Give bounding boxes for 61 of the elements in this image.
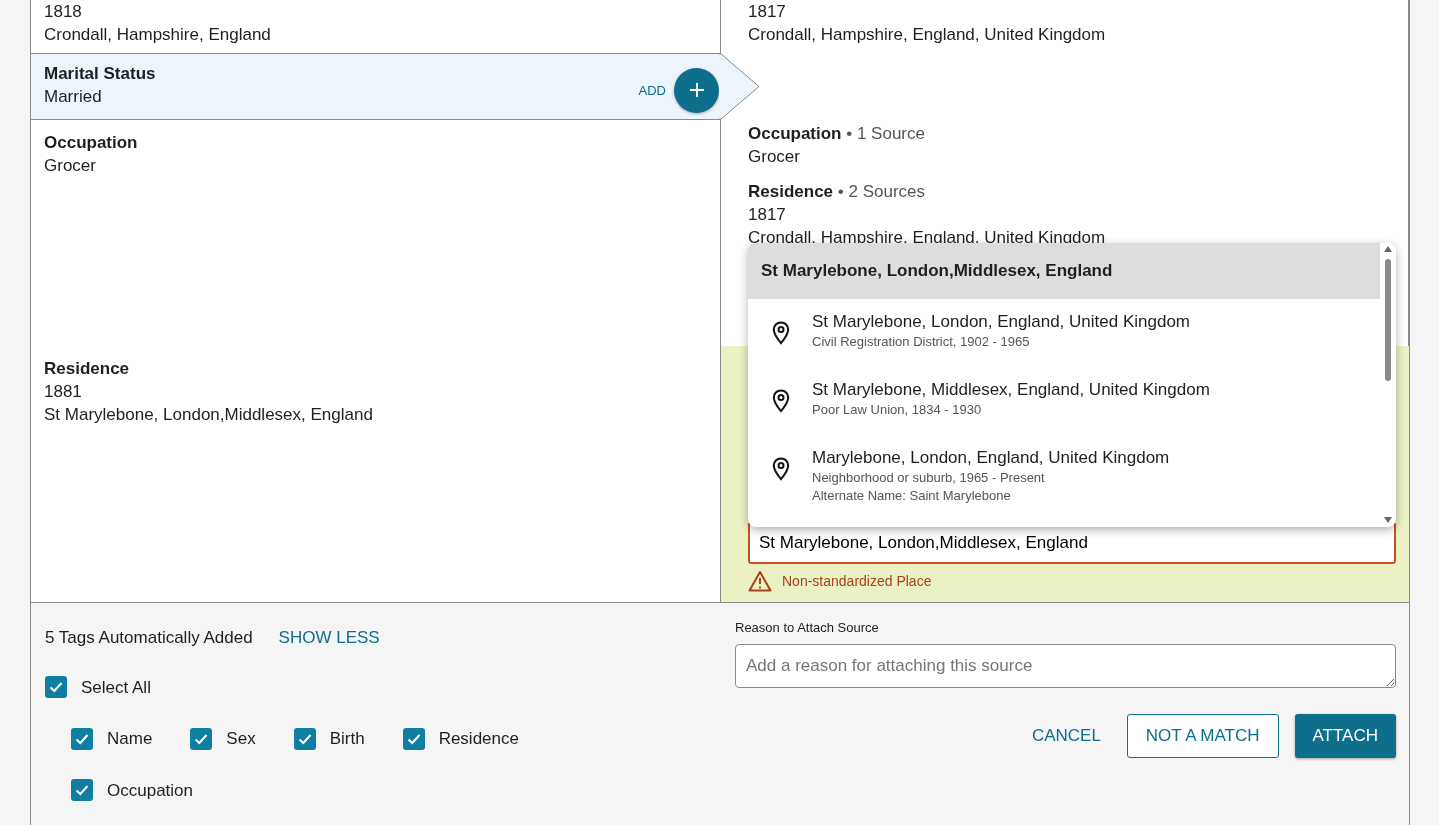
fact-value: St Marylebone, London,Middlesex, England: [44, 404, 374, 426]
fact-value: Grocer: [44, 155, 97, 177]
suggestion-title: Marylebone, London, England, United Kingdom: [812, 447, 1170, 469]
checkbox-label: Sex: [226, 728, 256, 750]
fact-label: Occupation: [748, 124, 842, 143]
menu-item[interactable]: St Marylebone, Middlesex, England, United Kingdom Poor Law Union, 1834 - 1930: [748, 367, 1380, 435]
menu-item[interactable]: Marylebone, London, England, United Kingdom Neighborhood or suburb, 1965 - Present Alternate Name: Saint Marylebone: [748, 435, 1380, 503]
source-count: • 1 Source: [846, 124, 925, 143]
link-button[interactable]: CANCEL: [1021, 713, 1111, 759]
menu-item[interactable]: St Marylebone, London,Middlesex, England: [748, 243, 1380, 299]
outline-button[interactable]: NOT A MATCH: [1126, 713, 1279, 758]
fact-value: Crondall, Hampshire, England, United Kingdom: [748, 24, 1107, 46]
plus-icon: [688, 82, 705, 98]
fact-value: Grocer: [748, 146, 801, 168]
checkbox-label: Birth: [329, 728, 365, 750]
add-label: ADD: [638, 81, 666, 100]
check-icon: [194, 732, 209, 745]
warning-message: Non-standardized Place: [782, 571, 932, 591]
fact-label: Occupation: [44, 132, 139, 154]
warning-icon: [748, 570, 772, 592]
checkbox[interactable]: [71, 779, 93, 802]
map-pin-icon: [772, 456, 790, 481]
show-less-link[interactable]: SHOW LESS: [278, 625, 380, 651]
fact-label: Marital Status: [44, 63, 156, 85]
checkbox-label: Select All: [81, 676, 151, 699]
fact-value: 1817: [748, 204, 787, 226]
tags-summary: 5 Tags Automatically Added: [45, 627, 253, 649]
checkbox[interactable]: [71, 727, 93, 750]
primary-button[interactable]: ATTACH: [1294, 713, 1396, 758]
checkbox-label: Occupation: [107, 779, 193, 802]
field-label: Reason to Attach Source: [735, 619, 880, 637]
fact-value: 1818: [44, 1, 83, 23]
check-icon: [75, 784, 89, 797]
fact-value: 1817: [748, 1, 787, 23]
checkbox[interactable]: [190, 727, 213, 750]
fact-value: 1881: [44, 381, 83, 403]
check-icon: [75, 732, 89, 745]
fact-value: Married: [44, 86, 103, 108]
add-button[interactable]: [674, 67, 719, 113]
suggestion-detail: Alternate Name: Saint Marylebone: [812, 487, 1012, 505]
checkbox-label: Residence: [438, 728, 519, 750]
reason-field[interactable]: Add a reason for attaching this source: [735, 643, 1396, 688]
suggestion-title: St Marylebone, Middlesex, England, United Kingdom: [812, 379, 1210, 401]
suggestion-detail: Neighborhood or suburb, 1965 - Present: [812, 469, 1046, 487]
fact-value: Crondall, Hampshire, England: [44, 24, 272, 46]
check-icon: [406, 732, 421, 745]
map-pin-icon: [772, 388, 790, 413]
suggestion-title: St Marylebone, London, England, United Kingdom: [812, 311, 1191, 333]
check-icon: [49, 681, 63, 694]
source-count: • 2 Sources: [837, 182, 925, 201]
suggestion-detail: Poor Law Union, 1834 - 1930: [812, 401, 983, 419]
checkbox[interactable]: [293, 727, 316, 750]
checkbox[interactable]: [45, 676, 67, 699]
suggestion-detail: Civil Registration District, 1902 - 1965: [812, 333, 1031, 351]
checkbox-label: Name: [107, 728, 153, 750]
checkbox[interactable]: [402, 727, 425, 750]
fact-label: Residence: [44, 358, 131, 380]
fact-label: Residence: [748, 182, 834, 201]
menu-item[interactable]: St Marylebone, London, England, United Kingdom Civil Registration District, 1902 - 1965: [748, 299, 1380, 367]
map-pin-icon: [772, 320, 790, 345]
check-icon: [297, 732, 312, 745]
